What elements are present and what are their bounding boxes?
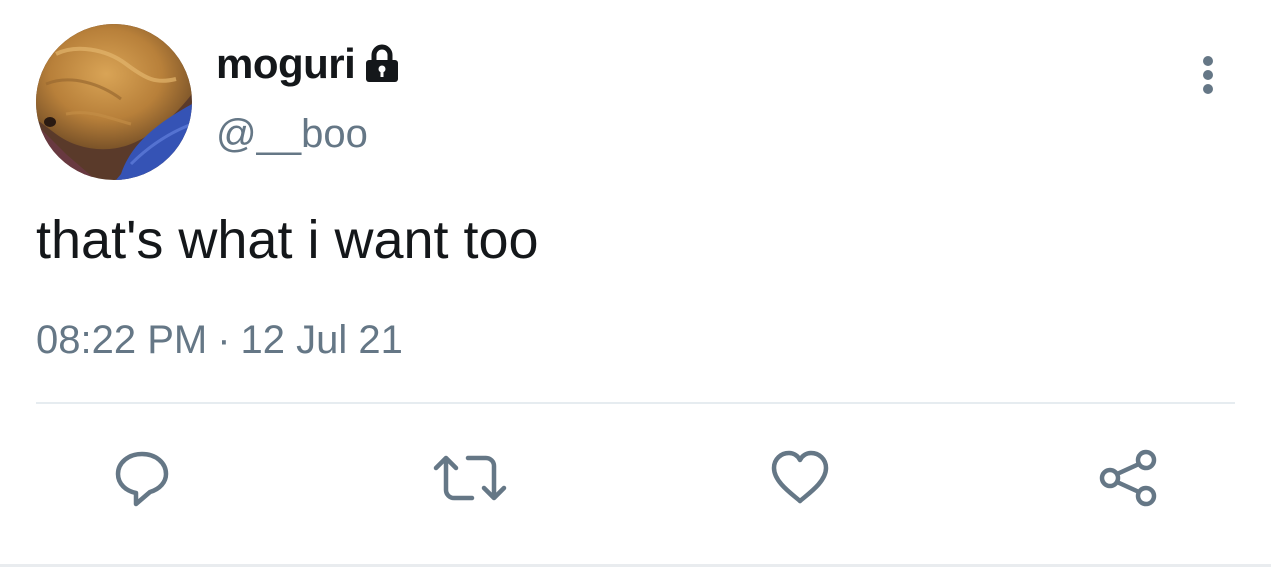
tweet-text: that's what i want too: [36, 210, 539, 270]
dog-avatar-icon: [36, 24, 192, 180]
timestamp-separator: ·: [217, 318, 231, 362]
tweet-time: 08:22 PM: [36, 318, 208, 362]
heart-icon: [771, 450, 829, 504]
reply-button[interactable]: [110, 446, 174, 510]
lock-icon: [363, 44, 401, 84]
tweet-timestamp: 08:22 PM · 12 Jul 21: [36, 314, 403, 366]
speech-bubble-icon: [115, 451, 169, 507]
user-handle[interactable]: @__boo: [216, 110, 368, 158]
share-button[interactable]: [1098, 446, 1162, 510]
tweet-date[interactable]: 12 Jul 21: [241, 318, 403, 362]
retweet-icon: [433, 455, 507, 501]
divider: [36, 402, 1235, 404]
like-button[interactable]: [768, 446, 832, 510]
share-icon: [1099, 449, 1157, 507]
more-vertical-icon: [1203, 56, 1213, 94]
more-options-button[interactable]: [1186, 50, 1230, 100]
display-name[interactable]: moguri: [216, 40, 356, 88]
avatar[interactable]: [36, 24, 192, 180]
retweet-button[interactable]: [432, 446, 507, 510]
display-name-row: moguri: [216, 40, 401, 88]
tweet-card: moguri @__boo that's what i want too 08:…: [0, 0, 1271, 567]
